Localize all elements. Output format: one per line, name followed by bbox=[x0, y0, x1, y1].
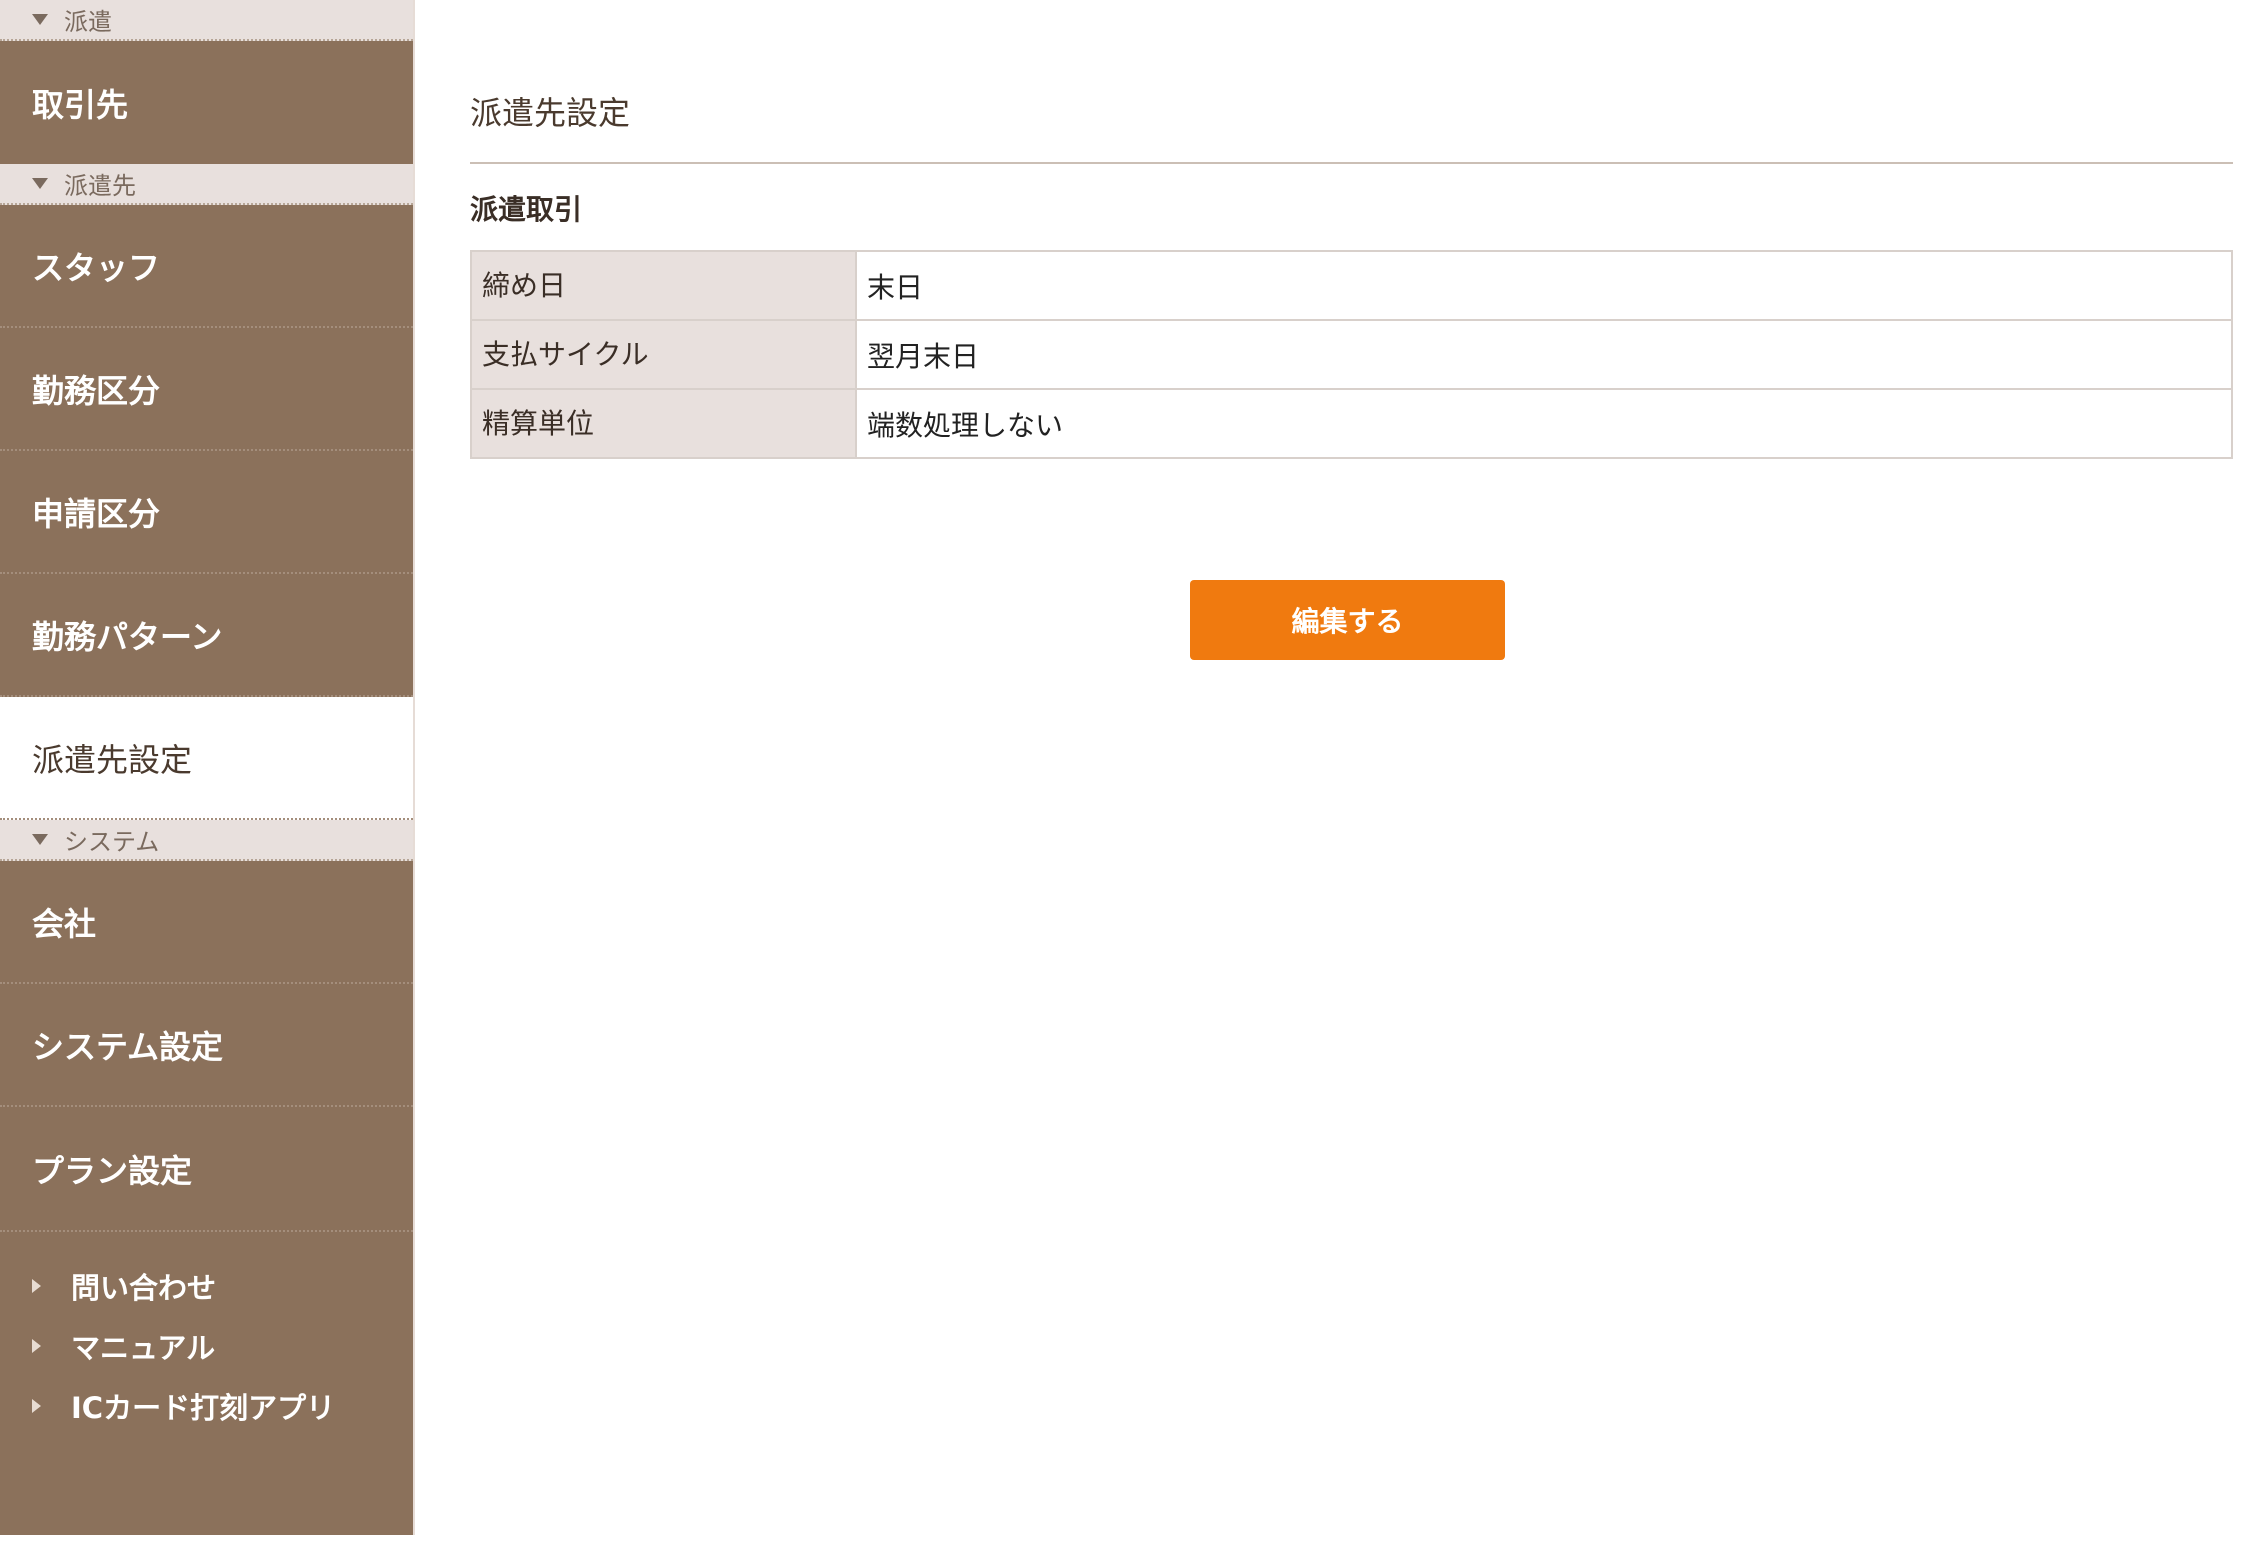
sidebar-item-kaisha[interactable]: 会社 bbox=[0, 861, 413, 984]
sidebar-item-label: 派遣先設定 bbox=[32, 740, 193, 779]
sidebar-item-label: 申請区分 bbox=[32, 494, 161, 533]
page-title: 派遣先設定 bbox=[470, 94, 631, 132]
link-ic-card-app[interactable]: ICカード打刻アプリ bbox=[0, 1376, 413, 1436]
sidebar-item-kinmu-kubun[interactable]: 勤務区分 bbox=[0, 328, 413, 451]
section-header-label: システム bbox=[64, 828, 160, 856]
table-row: 締め日 末日 bbox=[470, 250, 2233, 321]
sidebar-item-staff[interactable]: スタッフ bbox=[0, 205, 413, 328]
section-header-label: 派遣先 bbox=[64, 172, 136, 200]
table-row: 支払サイクル 翌月末日 bbox=[470, 319, 2233, 390]
triangle-right-icon bbox=[32, 1279, 41, 1293]
sidebar-item-plan-settei[interactable]: プラン設定 bbox=[0, 1107, 413, 1230]
sidebar-item-label: 勤務区分 bbox=[32, 371, 161, 410]
sidebar-item-label: システム設定 bbox=[32, 1027, 224, 1066]
title-divider bbox=[470, 162, 2233, 164]
sidebar-item-label: スタッフ bbox=[32, 248, 161, 287]
triangle-right-icon bbox=[32, 1339, 41, 1353]
sidebar: 派遣 取引先 派遣先 スタッフ 勤務区分 申請区分 勤務パターン 派遣先設定 シ… bbox=[0, 0, 415, 1535]
row-label: 支払サイクル bbox=[470, 319, 857, 390]
section-header-label: 派遣 bbox=[64, 8, 112, 36]
link-label: 問い合わせ bbox=[71, 1271, 217, 1305]
link-label: マニュアル bbox=[71, 1331, 216, 1365]
sidebar-item-torihikisaki[interactable]: 取引先 bbox=[0, 41, 413, 164]
row-value: 端数処理しない bbox=[855, 388, 2233, 459]
sidebar-item-label: プラン設定 bbox=[32, 1151, 193, 1190]
triangle-down-icon bbox=[32, 178, 48, 189]
sidebar-item-label: 取引先 bbox=[32, 85, 129, 124]
row-value: 末日 bbox=[855, 250, 2233, 321]
triangle-right-icon bbox=[32, 1399, 41, 1413]
link-label: ICカード打刻アプリ bbox=[71, 1391, 336, 1425]
section-title: 派遣取引 bbox=[470, 193, 583, 226]
app-root: 派遣 取引先 派遣先 スタッフ 勤務区分 申請区分 勤務パターン 派遣先設定 シ… bbox=[0, 0, 2242, 1548]
sidebar-item-label: 勤務パターン bbox=[32, 617, 223, 656]
settings-table: 締め日 末日 支払サイクル 翌月末日 精算単位 端数処理しない bbox=[470, 250, 2233, 459]
row-label: 精算単位 bbox=[470, 388, 857, 459]
link-contact[interactable]: 問い合わせ bbox=[0, 1256, 413, 1316]
section-header-system[interactable]: システム bbox=[0, 820, 413, 861]
sidebar-item-shinsei-kubun[interactable]: 申請区分 bbox=[0, 451, 413, 574]
sidebar-item-system-settei[interactable]: システム設定 bbox=[0, 984, 413, 1107]
table-row: 精算単位 端数処理しない bbox=[470, 388, 2233, 459]
triangle-down-icon bbox=[32, 834, 48, 845]
sidebar-sub-links: 問い合わせ マニュアル ICカード打刻アプリ bbox=[0, 1230, 413, 1436]
row-label: 締め日 bbox=[470, 250, 857, 321]
sidebar-item-hakensaki-settei[interactable]: 派遣先設定 bbox=[0, 697, 413, 820]
row-value: 翌月末日 bbox=[855, 319, 2233, 390]
sidebar-item-kinmu-pattern[interactable]: 勤務パターン bbox=[0, 574, 413, 697]
triangle-down-icon bbox=[32, 14, 48, 25]
section-header-haken[interactable]: 派遣 bbox=[0, 0, 413, 41]
sidebar-item-label: 会社 bbox=[32, 904, 97, 943]
link-manual[interactable]: マニュアル bbox=[0, 1316, 413, 1376]
edit-button[interactable]: 編集する bbox=[1190, 580, 1505, 660]
section-header-hakensaki[interactable]: 派遣先 bbox=[0, 164, 413, 205]
